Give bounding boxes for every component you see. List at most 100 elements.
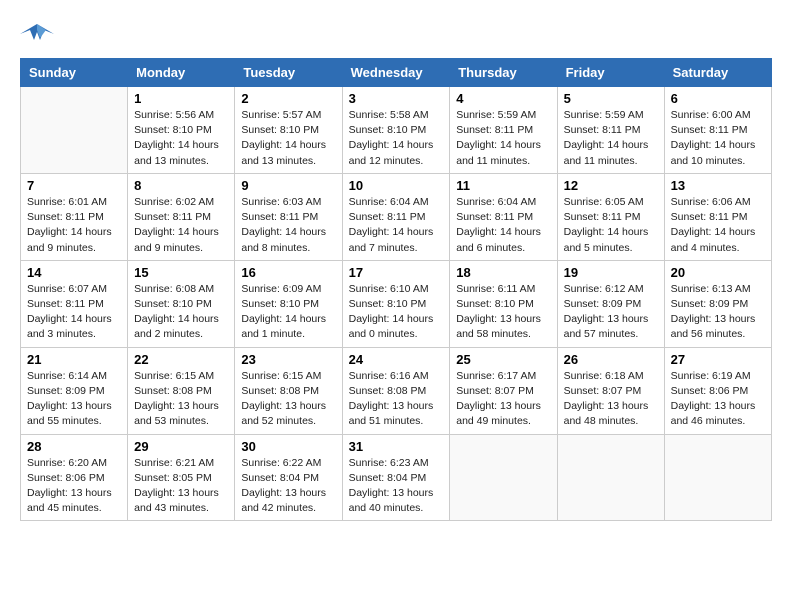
day-info: Sunrise: 6:22 AM Sunset: 8:04 PM Dayligh… <box>241 456 335 517</box>
day-info: Sunrise: 6:08 AM Sunset: 8:10 PM Dayligh… <box>134 282 228 343</box>
calendar-cell <box>450 434 557 521</box>
day-number: 13 <box>671 178 765 193</box>
day-info: Sunrise: 5:58 AM Sunset: 8:10 PM Dayligh… <box>349 108 444 169</box>
calendar-cell: 1 Sunrise: 5:56 AM Sunset: 8:10 PM Daylig… <box>128 87 235 174</box>
day-number: 24 <box>349 352 444 367</box>
day-number: 20 <box>671 265 765 280</box>
logo <box>20 20 58 48</box>
calendar-table: SundayMondayTuesdayWednesdayThursdayFrid… <box>20 58 772 521</box>
calendar-cell: 9Sunrise: 6:03 AM Sunset: 8:11 PM Daylig… <box>235 173 342 260</box>
day-number: 3 <box>349 91 444 106</box>
day-info: Sunrise: 6:05 AM Sunset: 8:11 PM Dayligh… <box>564 195 658 256</box>
day-info: Sunrise: 6:02 AM Sunset: 8:11 PM Dayligh… <box>134 195 228 256</box>
calendar-week-3: 14 Sunrise: 6:07 AM Sunset: 8:11 PM Dayli… <box>21 260 772 347</box>
day-number: 1 <box>134 91 228 106</box>
calendar-cell: 25 Sunrise: 6:17 AM Sunset: 8:07 PM Dayli… <box>450 347 557 434</box>
day-info: Sunrise: 6:01 AM Sunset: 8:11 PM Dayligh… <box>27 195 121 256</box>
calendar-cell: 19Sunrise: 6:12 AM Sunset: 8:09 PM Dayli… <box>557 260 664 347</box>
day-info: Sunrise: 6:09 AM Sunset: 8:10 PM Dayligh… <box>241 282 335 343</box>
day-info: Sunrise: 6:00 AM Sunset: 8:11 PM Dayligh… <box>671 108 765 169</box>
weekday-header-friday: Friday <box>557 59 664 87</box>
day-info: Sunrise: 6:21 AM Sunset: 8:05 PM Dayligh… <box>134 456 228 517</box>
calendar-week-5: 28 Sunrise: 6:20 AM Sunset: 8:06 PM Dayli… <box>21 434 772 521</box>
calendar-cell: 28 Sunrise: 6:20 AM Sunset: 8:06 PM Dayli… <box>21 434 128 521</box>
weekday-header-saturday: Saturday <box>664 59 771 87</box>
weekday-header-sunday: Sunday <box>21 59 128 87</box>
day-number: 27 <box>671 352 765 367</box>
day-number: 31 <box>349 439 444 454</box>
day-number: 6 <box>671 91 765 106</box>
day-number: 15 <box>134 265 228 280</box>
day-number: 29 <box>134 439 228 454</box>
day-info: Sunrise: 6:18 AM Sunset: 8:07 PM Dayligh… <box>564 369 658 430</box>
day-number: 16 <box>241 265 335 280</box>
day-info: Sunrise: 6:15 AM Sunset: 8:08 PM Dayligh… <box>241 369 335 430</box>
calendar-cell: 29 Sunrise: 6:21 AM Sunset: 8:05 PM Dayli… <box>128 434 235 521</box>
calendar-cell: 13 Sunrise: 6:06 AM Sunset: 8:11 PM Dayli… <box>664 173 771 260</box>
day-info: Sunrise: 5:59 AM Sunset: 8:11 PM Dayligh… <box>456 108 550 169</box>
calendar-cell: 2 Sunrise: 5:57 AM Sunset: 8:10 PM Daylig… <box>235 87 342 174</box>
calendar-cell <box>557 434 664 521</box>
day-number: 8 <box>134 178 228 193</box>
calendar-cell: 3 Sunrise: 5:58 AM Sunset: 8:10 PM Daylig… <box>342 87 450 174</box>
day-info: Sunrise: 5:56 AM Sunset: 8:10 PM Dayligh… <box>134 108 228 169</box>
day-info: Sunrise: 6:17 AM Sunset: 8:07 PM Dayligh… <box>456 369 550 430</box>
day-info: Sunrise: 6:04 AM Sunset: 8:11 PM Dayligh… <box>349 195 444 256</box>
calendar-cell: 23 Sunrise: 6:15 AM Sunset: 8:08 PM Dayli… <box>235 347 342 434</box>
day-info: Sunrise: 6:07 AM Sunset: 8:11 PM Dayligh… <box>27 282 121 343</box>
logo-bird-icon <box>20 20 54 48</box>
calendar-cell: 27Sunrise: 6:19 AM Sunset: 8:06 PM Dayli… <box>664 347 771 434</box>
calendar-cell: 24 Sunrise: 6:16 AM Sunset: 8:08 PM Dayli… <box>342 347 450 434</box>
calendar-cell: 4 Sunrise: 5:59 AM Sunset: 8:11 PM Daylig… <box>450 87 557 174</box>
day-info: Sunrise: 6:15 AM Sunset: 8:08 PM Dayligh… <box>134 369 228 430</box>
calendar-cell: 21Sunrise: 6:14 AM Sunset: 8:09 PM Dayli… <box>21 347 128 434</box>
calendar-cell: 31 Sunrise: 6:23 AM Sunset: 8:04 PM Dayli… <box>342 434 450 521</box>
calendar-week-1: 1 Sunrise: 5:56 AM Sunset: 8:10 PM Daylig… <box>21 87 772 174</box>
calendar-cell: 30 Sunrise: 6:22 AM Sunset: 8:04 PM Dayli… <box>235 434 342 521</box>
calendar-cell: 20Sunrise: 6:13 AM Sunset: 8:09 PM Dayli… <box>664 260 771 347</box>
day-number: 14 <box>27 265 121 280</box>
day-info: Sunrise: 6:23 AM Sunset: 8:04 PM Dayligh… <box>349 456 444 517</box>
day-number: 12 <box>564 178 658 193</box>
calendar-cell: 22 Sunrise: 6:15 AM Sunset: 8:08 PM Dayli… <box>128 347 235 434</box>
day-number: 2 <box>241 91 335 106</box>
calendar-cell: 15 Sunrise: 6:08 AM Sunset: 8:10 PM Dayli… <box>128 260 235 347</box>
weekday-header-tuesday: Tuesday <box>235 59 342 87</box>
weekday-header-thursday: Thursday <box>450 59 557 87</box>
day-number: 9 <box>241 178 335 193</box>
calendar-week-2: 7 Sunrise: 6:01 AM Sunset: 8:11 PM Daylig… <box>21 173 772 260</box>
day-info: Sunrise: 5:59 AM Sunset: 8:11 PM Dayligh… <box>564 108 658 169</box>
calendar-cell: 17Sunrise: 6:10 AM Sunset: 8:10 PM Dayli… <box>342 260 450 347</box>
calendar-header-row: SundayMondayTuesdayWednesdayThursdayFrid… <box>21 59 772 87</box>
day-info: Sunrise: 6:20 AM Sunset: 8:06 PM Dayligh… <box>27 456 121 517</box>
weekday-header-monday: Monday <box>128 59 235 87</box>
day-number: 30 <box>241 439 335 454</box>
calendar-cell: 5 Sunrise: 5:59 AM Sunset: 8:11 PM Daylig… <box>557 87 664 174</box>
weekday-header-wednesday: Wednesday <box>342 59 450 87</box>
day-info: Sunrise: 5:57 AM Sunset: 8:10 PM Dayligh… <box>241 108 335 169</box>
calendar-week-4: 21Sunrise: 6:14 AM Sunset: 8:09 PM Dayli… <box>21 347 772 434</box>
calendar-cell: 12 Sunrise: 6:05 AM Sunset: 8:11 PM Dayli… <box>557 173 664 260</box>
day-number: 19 <box>564 265 658 280</box>
day-number: 18 <box>456 265 550 280</box>
day-number: 7 <box>27 178 121 193</box>
day-number: 4 <box>456 91 550 106</box>
day-info: Sunrise: 6:06 AM Sunset: 8:11 PM Dayligh… <box>671 195 765 256</box>
calendar-cell: 26 Sunrise: 6:18 AM Sunset: 8:07 PM Dayli… <box>557 347 664 434</box>
day-number: 26 <box>564 352 658 367</box>
calendar-cell: 16 Sunrise: 6:09 AM Sunset: 8:10 PM Dayli… <box>235 260 342 347</box>
calendar-cell <box>21 87 128 174</box>
calendar-cell: 14 Sunrise: 6:07 AM Sunset: 8:11 PM Dayli… <box>21 260 128 347</box>
day-number: 28 <box>27 439 121 454</box>
day-number: 11 <box>456 178 550 193</box>
day-number: 10 <box>349 178 444 193</box>
day-number: 5 <box>564 91 658 106</box>
page-header <box>20 20 772 48</box>
day-number: 22 <box>134 352 228 367</box>
day-number: 25 <box>456 352 550 367</box>
day-info: Sunrise: 6:16 AM Sunset: 8:08 PM Dayligh… <box>349 369 444 430</box>
day-info: Sunrise: 6:10 AM Sunset: 8:10 PM Dayligh… <box>349 282 444 343</box>
calendar-cell: 6 Sunrise: 6:00 AM Sunset: 8:11 PM Daylig… <box>664 87 771 174</box>
day-info: Sunrise: 6:14 AM Sunset: 8:09 PM Dayligh… <box>27 369 121 430</box>
day-number: 23 <box>241 352 335 367</box>
